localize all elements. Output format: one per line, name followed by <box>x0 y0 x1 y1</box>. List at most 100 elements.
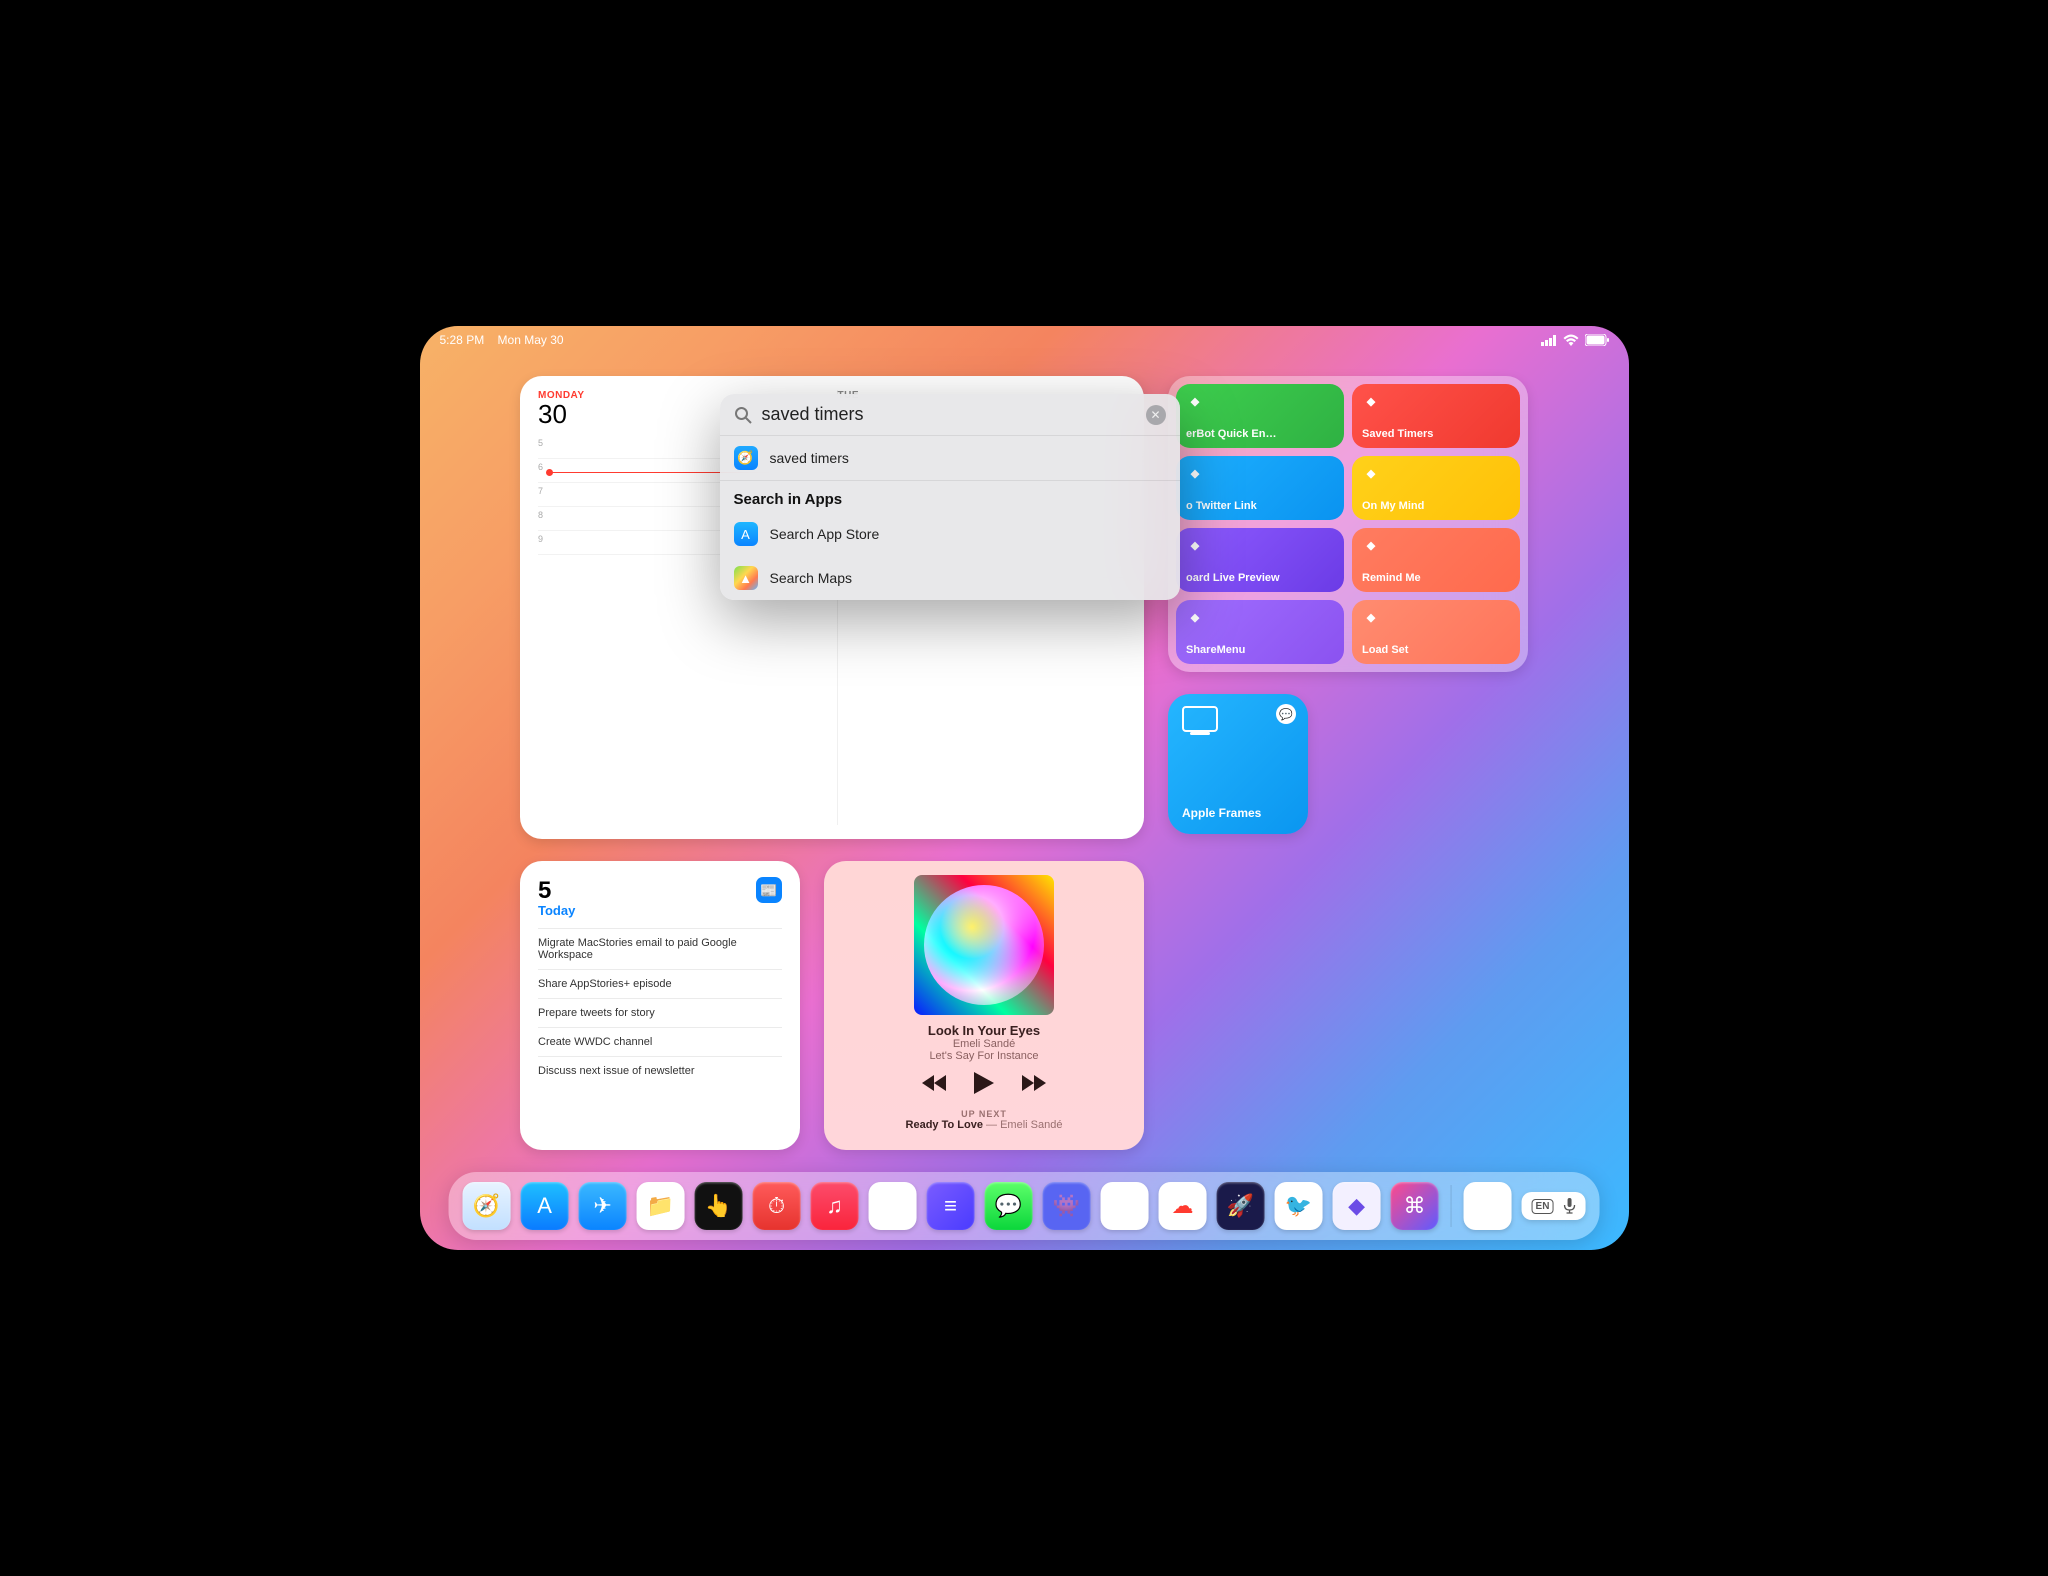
dock-app-cards[interactable]: 🗂 <box>869 1182 917 1230</box>
spotlight-search-input[interactable] <box>762 404 1136 425</box>
timer-icon: ◆ <box>1362 392 1380 410</box>
brain-icon: ◆ <box>1362 464 1380 482</box>
music-widget[interactable]: Look In Your Eyes Emeli Sandé Let's Say … <box>824 861 1144 1150</box>
dock-app-mail[interactable]: ✈ <box>579 1182 627 1230</box>
spotlight-row-appstore[interactable]: A Search App Store <box>720 512 1180 556</box>
shortcut-label: Load Set <box>1362 644 1510 656</box>
dock-app-touch[interactable]: 👆 <box>695 1182 743 1230</box>
shortcut-tile[interactable]: ◆ erBot Quick En… <box>1176 384 1344 448</box>
dock-app-cloud[interactable]: ☁ <box>1159 1182 1207 1230</box>
music-upnext-label: UP NEXT <box>961 1109 1007 1119</box>
shortcuts-column: ◆ erBot Quick En… ◆ Saved Timers ◆ o Twitter … <box>1168 376 1528 839</box>
dock-app-files[interactable]: 📁 <box>637 1182 685 1230</box>
shortcut-label: Remind Me <box>1362 572 1510 584</box>
shortcut-label: oard Live Preview <box>1186 572 1334 584</box>
forward-button[interactable] <box>1022 1075 1046 1094</box>
album-art <box>914 875 1054 1015</box>
dock-app-tasks[interactable]: ≡ <box>927 1182 975 1230</box>
dock-app-photos[interactable]: ✿ <box>1101 1182 1149 1230</box>
dock-app-astro[interactable]: 🚀 <box>1217 1182 1265 1230</box>
cellular-icon <box>1541 335 1557 346</box>
status-bar: 5:28 PM Mon May 30 <box>420 326 1629 354</box>
things-items-list: Migrate MacStories email to paid Google … <box>538 928 782 1085</box>
doc-icon: ◆ <box>1186 536 1204 554</box>
spotlight-row-label: Search App Store <box>770 526 880 542</box>
display-icon <box>1182 706 1218 732</box>
shortcut-label: o Twitter Link <box>1186 500 1334 512</box>
dock-app-safari[interactable]: 🧭 <box>463 1182 511 1230</box>
rewind-button[interactable] <box>922 1075 946 1094</box>
shortcut-tile[interactable]: ◆ oard Live Preview <box>1176 528 1344 592</box>
shortcut-tile[interactable]: ◆ Saved Timers <box>1352 384 1520 448</box>
things-item[interactable]: Create WWDC channel <box>538 1027 782 1056</box>
shortcut-tile[interactable]: ◆ Load Set <box>1352 600 1520 664</box>
apple-frames-widget[interactable]: 💬 Apple Frames <box>1168 694 1308 834</box>
maps-icon: ▲ <box>734 566 758 590</box>
shortcut-tile[interactable]: ◆ ShareMenu <box>1176 600 1344 664</box>
keyboard-lang: EN <box>1532 1199 1554 1214</box>
spotlight-top-hit[interactable]: 🧭 saved timers <box>720 436 1180 480</box>
spotlight-section-title: Search in Apps <box>720 480 1180 512</box>
stack-icon: ◆ <box>1362 608 1380 626</box>
spotlight-panel: ✕ 🧭 saved timers Search in Apps A Search… <box>720 394 1180 600</box>
search-icon <box>734 406 752 424</box>
dock: 🧭A✈📁👆⏱♫🗂≡💬👾✿☁🚀🐦◆⌘ EN <box>449 1172 1600 1240</box>
spotlight-search-row: ✕ <box>720 394 1180 436</box>
keyboard-indicator[interactable]: EN <box>1522 1192 1586 1220</box>
next-track-artist: Emeli Sandé <box>1000 1119 1062 1131</box>
gear-icon: ◆ <box>1186 392 1204 410</box>
appstore-icon: A <box>734 522 758 546</box>
things-app-icon: 📰 <box>756 877 782 903</box>
dock-app-discord[interactable]: 👾 <box>1043 1182 1091 1230</box>
next-track-title: Ready To Love <box>906 1119 983 1131</box>
shortcuts-widget: ◆ erBot Quick En… ◆ Saved Timers ◆ o Twitter … <box>1168 376 1528 672</box>
music-next-track: Ready To Love — Emeli Sandé <box>906 1119 1063 1131</box>
dock-app-group[interactable] <box>1464 1182 1512 1230</box>
dock-app-shortcuts[interactable]: ⌘ <box>1391 1182 1439 1230</box>
dock-app-twitter[interactable]: 🐦 <box>1275 1182 1323 1230</box>
dock-app-app-store[interactable]: A <box>521 1182 569 1230</box>
dictation-icon[interactable] <box>1563 1198 1575 1214</box>
box-icon: ◆ <box>1186 608 1204 626</box>
status-right <box>1541 334 1609 346</box>
dock-app-obsidian[interactable]: ◆ <box>1333 1182 1381 1230</box>
dock-app-timer[interactable]: ⏱ <box>753 1182 801 1230</box>
dock-separator <box>1451 1185 1452 1227</box>
status-left: 5:28 PM Mon May 30 <box>440 333 564 347</box>
music-track-title: Look In Your Eyes <box>928 1023 1040 1038</box>
spotlight-row-label: Search Maps <box>770 570 852 586</box>
things-today-label: Today <box>538 903 575 918</box>
home-screen: 5:28 PM Mon May 30 MONDAY 30 5 <box>420 326 1629 1250</box>
frames-label: Apple Frames <box>1182 806 1261 820</box>
shortcut-label: Saved Timers <box>1362 428 1510 440</box>
things-item[interactable]: Discuss next issue of newsletter <box>538 1056 782 1085</box>
dock-app-music[interactable]: ♫ <box>811 1182 859 1230</box>
play-button[interactable] <box>974 1072 994 1097</box>
music-artist: Emeli Sandé <box>953 1038 1015 1050</box>
music-album: Let's Say For Instance <box>929 1050 1038 1062</box>
chat-icon: 💬 <box>1276 704 1296 724</box>
things-item[interactable]: Migrate MacStories email to paid Google … <box>538 928 782 969</box>
safari-icon: 🧭 <box>734 446 758 470</box>
shortcut-tile[interactable]: ◆ o Twitter Link <box>1176 456 1344 520</box>
shortcut-tile[interactable]: ◆On My Mind <box>1352 456 1520 520</box>
things-widget[interactable]: 5 Today 📰 Migrate MacStories email to pa… <box>520 861 800 1150</box>
clear-button[interactable]: ✕ <box>1146 405 1166 425</box>
ipad-frame: 5:28 PM Mon May 30 MONDAY 30 5 <box>406 312 1643 1264</box>
shortcut-label: ShareMenu <box>1186 644 1334 656</box>
calendar-icon: ◆ <box>1362 536 1380 554</box>
status-date: Mon May 30 <box>498 333 564 347</box>
status-time: 5:28 PM <box>440 333 485 347</box>
battery-icon <box>1585 334 1609 346</box>
things-item[interactable]: Share AppStories+ episode <box>538 969 782 998</box>
dock-app-messages[interactable]: 💬 <box>985 1182 1033 1230</box>
top-hit-label: saved timers <box>770 450 849 466</box>
things-count: 5 <box>538 877 575 905</box>
shortcut-label: erBot Quick En… <box>1186 428 1334 440</box>
shortcuts-grid: ◆ erBot Quick En… ◆ Saved Timers ◆ o Twitter … <box>1176 384 1520 664</box>
shortcut-tile[interactable]: ◆ Remind Me <box>1352 528 1520 592</box>
music-controls <box>922 1072 1046 1097</box>
spotlight-row-maps[interactable]: ▲ Search Maps <box>720 556 1180 600</box>
things-item[interactable]: Prepare tweets for story <box>538 998 782 1027</box>
twitter-icon: ◆ <box>1186 464 1204 482</box>
